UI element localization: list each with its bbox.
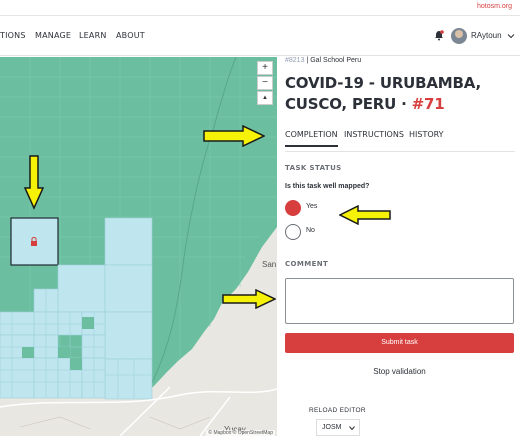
page-title: COVID-19 - URUBAMBA, CUSCO, PERU · #71 xyxy=(285,73,515,115)
compass-button[interactable]: ▲ xyxy=(257,91,273,105)
annotation-arrow-completion xyxy=(203,125,265,147)
nav-item-about[interactable]: ABOUT xyxy=(116,31,145,40)
project-title: COVID-19 - URUBAMBA, CUSCO, PERU · xyxy=(285,74,481,113)
map-attribution[interactable]: © Mapbox © OpenStreetMap xyxy=(206,430,275,436)
breadcrumb: #8213 | Gal School Peru xyxy=(285,57,362,64)
comment-textarea[interactable] xyxy=(285,278,514,324)
zoom-in-button[interactable]: + xyxy=(257,61,273,75)
radio-yes-label[interactable]: Yes xyxy=(306,203,317,210)
radio-no[interactable] xyxy=(285,224,301,240)
chevron-down-icon[interactable] xyxy=(507,32,515,40)
top-strip: hotosm.org xyxy=(0,0,520,16)
stop-validation-button[interactable]: Stop validation xyxy=(285,367,514,376)
annotation-arrow-comment xyxy=(222,289,276,309)
tab-completion[interactable]: COMPLETION xyxy=(285,130,338,147)
validation-question: Is this task well mapped? xyxy=(285,183,370,190)
nav-item-contributions[interactable]: TIONS xyxy=(0,31,26,40)
task-map[interactable]: + − ▲ San Yucay © Mapbox © OpenStreetMap xyxy=(0,57,277,436)
nav-item-learn[interactable]: LEARN xyxy=(79,31,107,40)
notification-bell-icon[interactable] xyxy=(434,30,444,41)
annotation-arrow-down xyxy=(24,155,44,210)
task-number: #71 xyxy=(411,95,445,113)
project-id[interactable]: #8213 xyxy=(285,57,304,64)
radio-no-label[interactable]: No xyxy=(306,227,315,234)
username-label[interactable]: RAytoun xyxy=(471,31,502,40)
submit-task-button[interactable]: Submit task xyxy=(285,333,514,353)
zoom-out-button[interactable]: − xyxy=(257,76,273,90)
tab-history[interactable]: HISTORY xyxy=(409,130,444,145)
organisation-name[interactable]: Gal School Peru xyxy=(310,57,361,64)
annotation-arrow-yes xyxy=(339,205,391,225)
nav-item-manage[interactable]: MANAGE xyxy=(35,31,71,40)
map-canvas[interactable] xyxy=(0,57,277,436)
task-status-heading: TASK STATUS xyxy=(285,164,342,172)
user-avatar[interactable] xyxy=(451,28,467,44)
reload-editor-label: RELOAD EDITOR xyxy=(309,407,366,414)
comment-heading: COMMENT xyxy=(285,260,329,268)
main-nav: TIONS MANAGE LEARN ABOUT RAytoun xyxy=(0,16,520,56)
place-label-san: San xyxy=(262,260,277,269)
hotosm-link[interactable]: hotosm.org xyxy=(477,3,512,10)
tab-instructions[interactable]: INSTRUCTIONS xyxy=(344,130,404,145)
chevron-down-icon xyxy=(349,426,355,431)
radio-yes[interactable] xyxy=(285,200,301,216)
editor-value: JOSM xyxy=(322,424,342,431)
editor-select[interactable]: JOSM xyxy=(316,419,360,436)
task-tabs: COMPLETION INSTRUCTIONS HISTORY xyxy=(285,130,515,152)
